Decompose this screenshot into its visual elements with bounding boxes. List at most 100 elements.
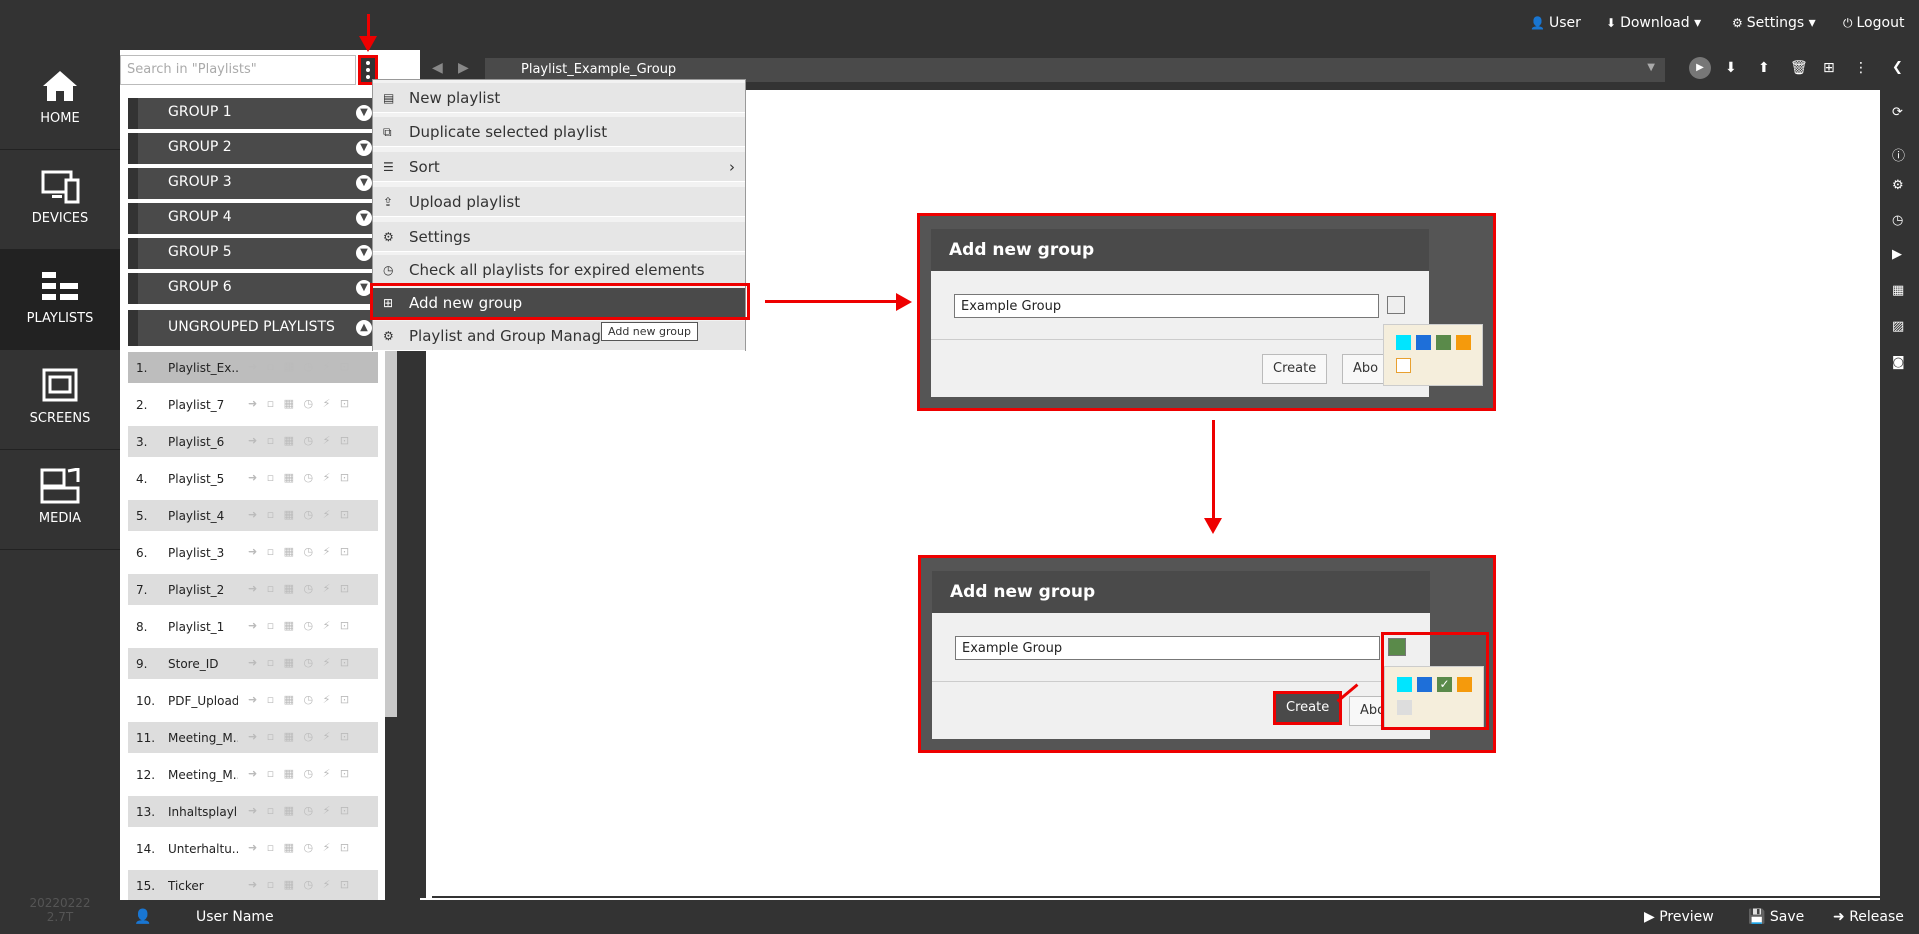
clock-icon[interactable]: ◷ [1892, 213, 1903, 228]
playlist-name: Playlist_3 [168, 546, 225, 560]
chevron-down-icon[interactable]: ▼ [356, 210, 372, 226]
playlist-row[interactable]: 11. Meeting_M... ➜ ▫ ▦ ◷ ⚡ ⊡ [128, 722, 378, 756]
chevron-down-icon[interactable]: ▼ [356, 140, 372, 156]
add-icon[interactable]: ⊞ [1823, 60, 1835, 76]
playlist-status-icons: ➜ ▫ ▦ ◷ ⚡ ⊡ [248, 730, 353, 743]
playlist-row[interactable]: 8. Playlist_1 ➜ ▫ ▦ ◷ ⚡ ⊡ [128, 611, 378, 645]
menu-add-new-group[interactable]: ⊞ Add new group [373, 288, 745, 318]
logout-link[interactable]: ⏻ Logout [1843, 15, 1904, 31]
tooltip: Add new group [601, 322, 698, 341]
color-swatch-cyan[interactable] [1397, 677, 1412, 692]
trash-icon[interactable]: 🗑 [1790, 60, 1808, 76]
menu-new-playlist[interactable]: ▤ New playlist [373, 83, 745, 113]
group-item[interactable]: GROUP 3 ▼ [128, 168, 378, 199]
play-icon[interactable]: ▶ [1689, 57, 1711, 79]
video-icon[interactable]: ▶ [1892, 247, 1902, 262]
close-icon[interactable]: ✖ [388, 58, 401, 77]
annotation-arrow-head [896, 293, 912, 311]
chevron-up-icon[interactable]: ▲ [356, 320, 372, 336]
more-icon[interactable]: ⋮ [1854, 60, 1868, 76]
group-item[interactable]: GROUP 6 ▼ [128, 273, 378, 304]
playlist-status-icons: ➜ ▫ ▦ ◷ ⚡ ⊡ [248, 471, 353, 484]
playlist-row[interactable]: 3. Playlist_6 ➜ ▫ ▦ ◷ ⚡ ⊡ [128, 426, 378, 460]
info-icon[interactable]: ⓘ [1892, 145, 1905, 164]
playlist-name: Meeting_M... [168, 731, 238, 745]
user-menu[interactable]: 👤 User [1530, 15, 1581, 31]
playlist-status-icons: ➜ ▫ ▦ ◷ ⚡ ⊡ [248, 434, 353, 447]
color-picker-button[interactable] [1387, 296, 1405, 314]
color-swatch-blue[interactable] [1417, 677, 1432, 692]
preview-button[interactable]: ▶ Preview [1644, 909, 1714, 925]
playlist-row[interactable]: 15. Ticker ➜ ▫ ▦ ◷ ⚡ ⊡ [128, 870, 378, 904]
chevron-down-icon[interactable]: ▼ [356, 175, 372, 191]
color-swatch-blue[interactable] [1416, 335, 1431, 350]
release-button[interactable]: ➜ Release [1833, 909, 1904, 925]
download-menu[interactable]: ⬇ Download ▾ [1606, 15, 1701, 31]
nav-playlists[interactable]: PLAYLISTS [0, 250, 120, 350]
collapse-icon[interactable]: ❮ [1892, 60, 1903, 75]
playlist-row[interactable]: 7. Playlist_2 ➜ ▫ ▦ ◷ ⚡ ⊡ [128, 574, 378, 608]
playlist-row[interactable]: 5. Playlist_4 ➜ ▫ ▦ ◷ ⚡ ⊡ [128, 500, 378, 534]
group-name-input[interactable]: Example Group [955, 636, 1380, 660]
nav-media[interactable]: MEDIA [0, 450, 120, 550]
playlist-row[interactable]: 6. Playlist_3 ➜ ▫ ▦ ◷ ⚡ ⊡ [128, 537, 378, 571]
group-item[interactable]: GROUP 1 ▼ [128, 98, 378, 129]
playlist-row[interactable]: 2. Playlist_7 ➜ ▫ ▦ ◷ ⚡ ⊡ [128, 389, 378, 423]
color-swatch-orange[interactable] [1457, 677, 1472, 692]
nav-devices[interactable]: DEVICES [0, 150, 120, 250]
gear-icon: ⚙ [383, 230, 394, 244]
chevron-down-icon[interactable]: ▼ [356, 245, 372, 261]
playlist-row[interactable]: 10. PDF_Upload ➜ ▫ ▦ ◷ ⚡ ⊡ [128, 685, 378, 719]
create-button[interactable]: Create [1273, 691, 1343, 725]
chevron-down-icon[interactable]: ▼ [1647, 62, 1655, 73]
back-icon[interactable]: ◀ [432, 60, 443, 76]
playlist-row[interactable]: 4. Playlist_5 ➜ ▫ ▦ ◷ ⚡ ⊡ [128, 463, 378, 497]
upload-icon[interactable]: ⬆ [1758, 60, 1770, 76]
playlist-search-input[interactable]: Search in "Playlists" [120, 55, 356, 85]
color-picker-button[interactable] [1388, 638, 1406, 656]
ungrouped-playlists-header[interactable]: UNGROUPED PLAYLISTS ▲ [128, 310, 378, 346]
playlist-status-icons: ➜ ▫ ▦ ◷ ⚡ ⊡ [248, 693, 353, 706]
playlist-row[interactable]: 12. Meeting_M... ➜ ▫ ▦ ◷ ⚡ ⊡ [128, 759, 378, 793]
playlist-row[interactable]: 1. Playlist_Ex... ➜ ▫ ▦ ◷ ⚡ ⊡ [128, 352, 378, 386]
color-swatch-none[interactable] [1396, 358, 1411, 373]
menu-upload-playlist[interactable]: ⇪ Upload playlist [373, 187, 745, 217]
playlist-name: PDF_Upload [168, 694, 238, 708]
add-group-dialog: Add new group Example Group Create Abo [931, 229, 1429, 397]
download-icon[interactable]: ⬇ [1725, 60, 1737, 76]
group-item[interactable]: GROUP 5 ▼ [128, 238, 378, 269]
dialog-title: Add new group [932, 571, 1430, 613]
group-item[interactable]: GROUP 4 ▼ [128, 203, 378, 234]
playlist-status-icons: ➜ ▫ ▦ ◷ ⚡ ⊡ [248, 397, 353, 410]
color-swatch-orange[interactable] [1456, 335, 1471, 350]
chevron-down-icon[interactable]: ▼ [356, 280, 372, 296]
menu-duplicate-playlist[interactable]: ⧉ Duplicate selected playlist [373, 117, 745, 147]
group-name-input[interactable]: Example Group [954, 294, 1379, 318]
playlist-row[interactable]: 14. Unterhaltu... ➜ ▫ ▦ ◷ ⚡ ⊡ [128, 833, 378, 867]
camera-icon[interactable]: ◙ [1892, 355, 1905, 370]
nav-screens[interactable]: SCREENS [0, 350, 120, 450]
play-icon: ▶ [1644, 909, 1655, 925]
color-swatch-green[interactable] [1436, 335, 1451, 350]
refresh-icon[interactable]: ⟳ [1892, 105, 1903, 120]
color-swatch-cyan[interactable] [1396, 335, 1411, 350]
right-sidebar: ❮ ⟳ ⓘ ⚙ ◷ ▶ ▦ ▨ ◙ [1880, 50, 1919, 900]
color-swatch-green-selected[interactable]: ✓ [1437, 677, 1452, 692]
menu-settings[interactable]: ⚙ Settings [373, 222, 745, 252]
menu-sort[interactable]: ☰ Sort › [373, 152, 745, 182]
group-item[interactable]: GROUP 2 ▼ [128, 133, 378, 164]
playlist-row[interactable]: 9. Store_ID ➜ ▫ ▦ ◷ ⚡ ⊡ [128, 648, 378, 682]
settings-menu[interactable]: ⚙ Settings ▾ [1732, 15, 1816, 31]
image-icon[interactable]: ▨ [1892, 319, 1904, 334]
menu-check-expired[interactable]: ◷ Check all playlists for expired element… [373, 255, 745, 285]
playlist-row[interactable]: 13. Inhaltsplayl... ➜ ▫ ▦ ◷ ⚡ ⊡ [128, 796, 378, 830]
save-button[interactable]: 💾 Save [1748, 909, 1804, 925]
create-button[interactable]: Create [1262, 354, 1328, 384]
forward-icon[interactable]: ▶ [458, 60, 469, 76]
layout-icon[interactable]: ▦ [1892, 283, 1904, 298]
nav-home[interactable]: HOME [0, 50, 120, 150]
playlist-number: 2. [136, 398, 148, 412]
color-swatch-none[interactable] [1397, 700, 1412, 715]
gear-icon[interactable]: ⚙ [1892, 178, 1904, 193]
chevron-down-icon[interactable]: ▼ [356, 105, 372, 121]
